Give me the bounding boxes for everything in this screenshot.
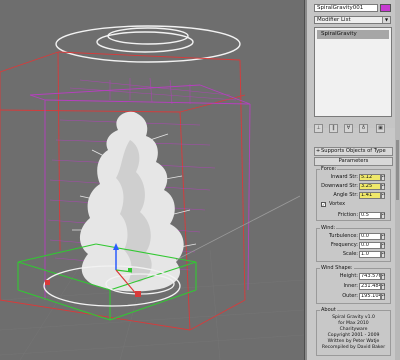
- modifier-list-label: Modifier List: [317, 17, 351, 23]
- modifier-stack-list[interactable]: SpiralGravity: [314, 27, 392, 117]
- downward-strength-spinner[interactable]: 3.25: [359, 183, 381, 190]
- height-row: Height: 743.576 ▴▾: [317, 273, 392, 280]
- wind-shape-group: Wind Shape: Height: 743.576 ▴▾ Inner: 23…: [316, 265, 392, 304]
- friction-label: Friction:: [338, 212, 358, 218]
- pin-icon[interactable]: ⊥: [314, 124, 323, 133]
- reference-line: [175, 195, 301, 261]
- remove-modifier-icon[interactable]: ♁: [359, 124, 368, 133]
- group-title: Force:: [320, 166, 338, 172]
- object-name-field[interactable]: SpiralGravity001: [314, 4, 378, 12]
- vortex-label: Vortex: [329, 201, 346, 207]
- force-group: Force: Inward Str: 5.12 ▴▾ Downward Str:…: [316, 166, 392, 221]
- angle-strength-row: Angle Str: 1.41 ▴▾: [317, 192, 392, 199]
- modifier-list-dropdown[interactable]: Modifier List ▼: [314, 16, 391, 24]
- about-line: Recompiled by David Baker: [321, 345, 386, 350]
- modifier-stack-item[interactable]: SpiralGravity: [317, 30, 389, 39]
- gizmo-top-rings: [55, 25, 241, 63]
- downward-strength-label: Downward Str:: [321, 183, 358, 189]
- turbulence-row: Turbulence: 0.0 ▴▾: [317, 233, 392, 240]
- chevron-down-icon[interactable]: ▼: [382, 17, 390, 23]
- friction-row: Friction: 0.5 ▴▾: [317, 212, 392, 219]
- inner-label: Inner:: [343, 283, 358, 289]
- viewport-scene: [0, 25, 304, 360]
- spinner-arrows-icon[interactable]: ▴▾: [381, 283, 385, 290]
- group-title: About: [320, 307, 337, 313]
- scale-row: Scale: 1.0 ▴▾: [317, 251, 392, 258]
- outer-label: Outer:: [342, 293, 358, 299]
- turbulence-spinner[interactable]: 0.0: [359, 233, 381, 240]
- spinner-arrows-icon[interactable]: ▴▾: [381, 251, 385, 258]
- angle-strength-spinner[interactable]: 1.41: [359, 192, 381, 199]
- spinner-arrows-icon[interactable]: ▴▾: [381, 192, 385, 199]
- inward-strength-label: Inward Str:: [330, 174, 358, 180]
- spinner-arrows-icon[interactable]: ▴▾: [381, 183, 385, 190]
- inner-spinner[interactable]: 231.484: [359, 283, 381, 290]
- rollout-parameters[interactable]: Parameters: [314, 157, 393, 166]
- command-panel-modify: SpiralGravity001 Modifier List ▼ SpiralG…: [307, 0, 400, 360]
- wind-group: Wind: Turbulence: 0.0 ▴▾ Frequency: 0.0 …: [316, 225, 392, 262]
- inward-strength-row: Inward Str: 5.12 ▴▾: [317, 174, 392, 181]
- vortex-checkbox[interactable]: ✓: [321, 202, 326, 207]
- rollout-title: Parameters: [338, 158, 369, 164]
- spinner-arrows-icon[interactable]: ▴▾: [381, 293, 385, 300]
- frequency-row: Frequency: 0.0 ▴▾: [317, 242, 392, 249]
- group-title: Wind:: [320, 225, 337, 231]
- spinner-arrows-icon[interactable]: ▴▾: [381, 212, 385, 219]
- scrollbar-thumb[interactable]: [396, 140, 399, 200]
- spinner-arrows-icon[interactable]: ▴▾: [381, 233, 385, 240]
- angle-strength-label: Angle Str:: [333, 192, 358, 198]
- object-color-swatch[interactable]: [380, 4, 391, 12]
- inward-strength-spinner[interactable]: 5.12: [359, 174, 381, 181]
- configure-modifier-sets-icon[interactable]: ▣: [376, 124, 385, 133]
- spinner-arrows-icon[interactable]: ▴▾: [381, 273, 385, 280]
- downward-strength-row: Downward Str: 3.25 ▴▾: [317, 183, 392, 190]
- modifier-stack-area: SpiralGravity001 Modifier List ▼ SpiralG…: [307, 0, 400, 133]
- inner-row: Inner: 231.484 ▴▾: [317, 283, 392, 290]
- stack-toolbar: ⊥ ‖ ∀ ♁ ▣: [314, 124, 394, 134]
- scale-label: Scale:: [342, 251, 358, 257]
- make-unique-icon[interactable]: ∀: [344, 124, 353, 133]
- spinner-arrows-icon[interactable]: ▴▾: [381, 242, 385, 249]
- frequency-spinner[interactable]: 0.0: [359, 242, 381, 249]
- outer-row: Outer: 195.104 ▴▾: [317, 293, 392, 300]
- panel-scrollbar[interactable]: [395, 0, 400, 360]
- scale-spinner[interactable]: 1.0: [359, 251, 381, 258]
- about-text: Spiral Gravity v1.0 for Max 2010 Charity…: [316, 315, 391, 351]
- rollout-supports-objects[interactable]: +Supports Objects of Type: [314, 147, 393, 156]
- height-label: Height:: [339, 273, 358, 279]
- rollout-title: Supports Objects of Type: [321, 148, 386, 154]
- frequency-label: Frequency:: [330, 242, 358, 248]
- turbulence-label: Turbulence:: [328, 233, 358, 239]
- height-spinner[interactable]: 743.576: [359, 273, 381, 280]
- group-title: Wind Shape:: [320, 265, 354, 271]
- spinner-arrows-icon[interactable]: ▴▾: [381, 174, 385, 181]
- perspective-viewport[interactable]: [0, 0, 304, 360]
- outer-spinner[interactable]: 195.104: [359, 293, 381, 300]
- show-end-result-icon[interactable]: ‖: [329, 124, 338, 133]
- friction-spinner[interactable]: 0.5: [359, 212, 381, 219]
- vortex-row: ✓ Vortex: [321, 201, 381, 208]
